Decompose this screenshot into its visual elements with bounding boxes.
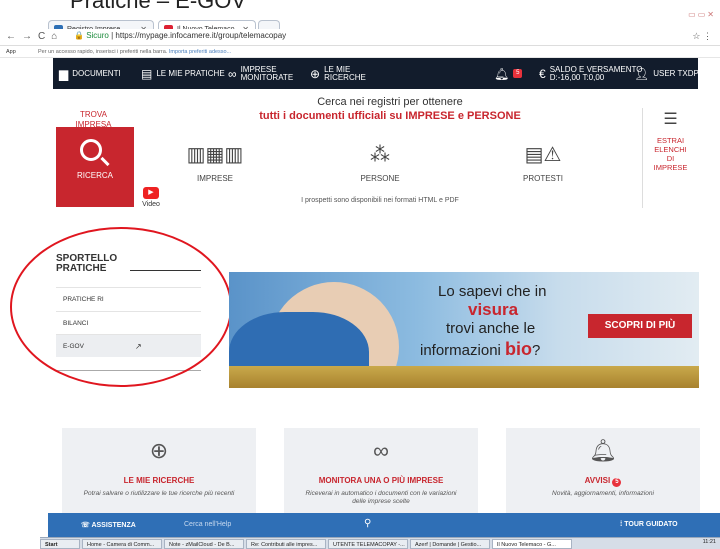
nav-imprese-monitorate[interactable]: ∞ IMPRESE MONITORATE: [228, 58, 293, 89]
binoculars-icon: ∞: [228, 66, 237, 81]
ricerca-button[interactable]: RICERCA: [56, 127, 134, 207]
card-description: Novità, aggiornamenti, informazioni: [552, 490, 654, 497]
bell-icon: 🔔︎: [494, 66, 510, 81]
notification-badge: 5: [513, 69, 523, 78]
apps-shortcut[interactable]: App: [6, 46, 16, 58]
nav-documenti[interactable]: ▆ DOCUMENTI: [59, 58, 121, 89]
category-label: PERSONE: [360, 174, 400, 183]
taskbar-item[interactable]: UTENTE TELEMACOPAY -...: [328, 539, 408, 549]
browser-nav-icons[interactable]: ←→C⌂: [6, 31, 63, 42]
taskbar-item[interactable]: Note - zMailCloud - De B...: [164, 539, 244, 549]
tour-guidato-button[interactable]: ⁞ TOUR GUIDATO: [620, 521, 678, 528]
notification-badge: 5: [612, 478, 622, 487]
bookmarks-hint: Per un accesso rapido, inserisci i prefe…: [38, 49, 168, 55]
help-search-input[interactable]: Cerca nell'Help: [184, 521, 231, 528]
nav-pratiche[interactable]: ▤ LE MIE PRATICHE: [141, 58, 225, 89]
nav-label: D:-16,00 T:0,00: [549, 72, 605, 82]
category-persone[interactable]: ⁂ PERSONE: [345, 140, 415, 183]
buildings-icon: ▥▦▥: [186, 144, 244, 166]
bookmarks-bar: App Per un accesso rapido, inserisci i p…: [0, 46, 720, 58]
category-label: PROTESTI: [522, 174, 563, 183]
document-warning-icon: ▤⚠: [524, 144, 562, 166]
category-imprese[interactable]: ▥▦▥ IMPRESE: [180, 140, 250, 183]
bell-icon: 🔔︎: [589, 438, 617, 463]
euro-icon: €: [539, 66, 546, 81]
nav-label: USER TXDPFX: [653, 68, 710, 78]
document-icon: ▤: [141, 66, 153, 81]
folder-icon: ▆: [59, 66, 69, 81]
nav-label: LE MIE PRATICHE: [156, 68, 225, 78]
video-label: Video: [142, 201, 160, 208]
search-icon: [80, 139, 102, 161]
assistenza-button[interactable]: ☏ ASSISTENZA: [81, 521, 136, 529]
card-title: AVVISI 5: [506, 476, 700, 487]
highlight-oval: [10, 227, 232, 387]
user-icon: 👤︎: [634, 66, 650, 81]
people-icon: ⁂: [370, 144, 390, 166]
nav-user[interactable]: 👤︎ USER TXDPFX: [634, 58, 709, 89]
category-label: IMPRESE: [196, 174, 233, 183]
taskbar-item[interactable]: Re: Contributi alle impres...: [246, 539, 326, 549]
search-icon: ⊕: [310, 66, 321, 81]
nav-ricerche[interactable]: ⊕ LE MIE RICERCHE: [310, 58, 366, 89]
help-bar: ☏ ASSISTENZA Cerca nell'Help ⚲ ⁞ TOUR GU…: [48, 513, 720, 537]
banner-line-3: trovi anche le: [446, 320, 536, 337]
video-link[interactable]: ▶ Video: [138, 187, 164, 208]
nav-label: DOCUMENTI: [72, 68, 121, 78]
secure-label: Sicuro: [86, 31, 109, 40]
start-button[interactable]: Start: [40, 539, 80, 549]
youtube-play-icon: ▶: [143, 187, 159, 199]
os-taskbar: Start Home - Camera di Comm... Note - zM…: [40, 537, 720, 549]
import-bookmarks-link[interactable]: Importa preferiti adesso...: [169, 49, 231, 55]
scopri-button[interactable]: SCOPRI DI PIÙ: [588, 314, 692, 338]
card-monitora[interactable]: ∞ MONITORA UNA O PIÙ IMPRESE Riceverai i…: [284, 428, 478, 513]
list-icon: ☰: [663, 111, 678, 128]
address-bar: ←→C⌂ 🔒 Sicuro | https://mypage.infocamer…: [0, 29, 720, 46]
bookmark-star-icon[interactable]: ☆ ⋮: [692, 31, 712, 42]
estrai-elenchi-link[interactable]: ☰ ESTRAI ELENCHI DI IMPRESE: [642, 108, 698, 208]
formats-note: I prospetti sono disponibili nei formati…: [301, 197, 459, 204]
card-avvisi[interactable]: 🔔︎ AVVISI 5 Novità, aggiornamenti, infor…: [506, 428, 700, 513]
banner-line-4: informazioni bio?: [420, 339, 541, 359]
site-top-nav: ▆ DOCUMENTI ▤ LE MIE PRATICHE ∞ IMPRESE MONI…: [53, 58, 709, 89]
nav-saldo[interactable]: € SALDO E VERSAMENTO D:-16,00 T:0,00: [539, 58, 642, 89]
card-title: LE MIE RICERCHE: [123, 476, 195, 485]
notifications[interactable]: 🔔︎ 5: [494, 58, 523, 89]
window-controls[interactable]: ▭▭✕: [688, 10, 716, 19]
category-protesti[interactable]: ▤⚠ PROTESTI: [508, 140, 578, 183]
card-title: MONITORA UNA O PIÙ IMPRESE: [318, 476, 444, 485]
url-text: https://mypage.infocamere.it/group/telem…: [115, 31, 287, 40]
taskbar-item[interactable]: Azerf | Domande | Gestio...: [410, 539, 490, 549]
browser-tab-bar: Registro Imprese ✕ Il Nuovo Telemaco ✕: [0, 9, 720, 38]
hero-line-1: Cerca nei registri per ottenere: [317, 96, 463, 108]
nav-label: RICERCHE: [324, 72, 366, 82]
url-field[interactable]: 🔒 Sicuro | https://mypage.infocamere.it/…: [74, 31, 286, 40]
ricerca-label: RICERCA: [76, 171, 113, 180]
card-description: Potrai salvare o riutilizzare le tue ric…: [83, 490, 235, 497]
nav-label: MONITORATE: [240, 72, 294, 82]
search-icon[interactable]: ⚲: [364, 518, 371, 529]
search-icon: ⊕: [149, 438, 169, 463]
taskbar-item-active[interactable]: Il Nuovo Telemaco - G...: [492, 539, 572, 549]
taskbar-item[interactable]: Home - Camera di Comm...: [82, 539, 162, 549]
banner-line-1: Lo sapevi che in: [438, 283, 547, 300]
binoculars-icon: ∞: [373, 438, 389, 463]
card-description: Riceverai in automatico i documenti con …: [305, 490, 457, 505]
hero-line-2: tutti i documenti ufficiali su IMPRESE e…: [259, 110, 521, 122]
banner-line-2: visura: [468, 300, 519, 319]
clock: 11:21: [702, 539, 716, 545]
card-ricerche[interactable]: ⊕ LE MIE RICERCHE Potrai salvare o riuti…: [62, 428, 256, 513]
